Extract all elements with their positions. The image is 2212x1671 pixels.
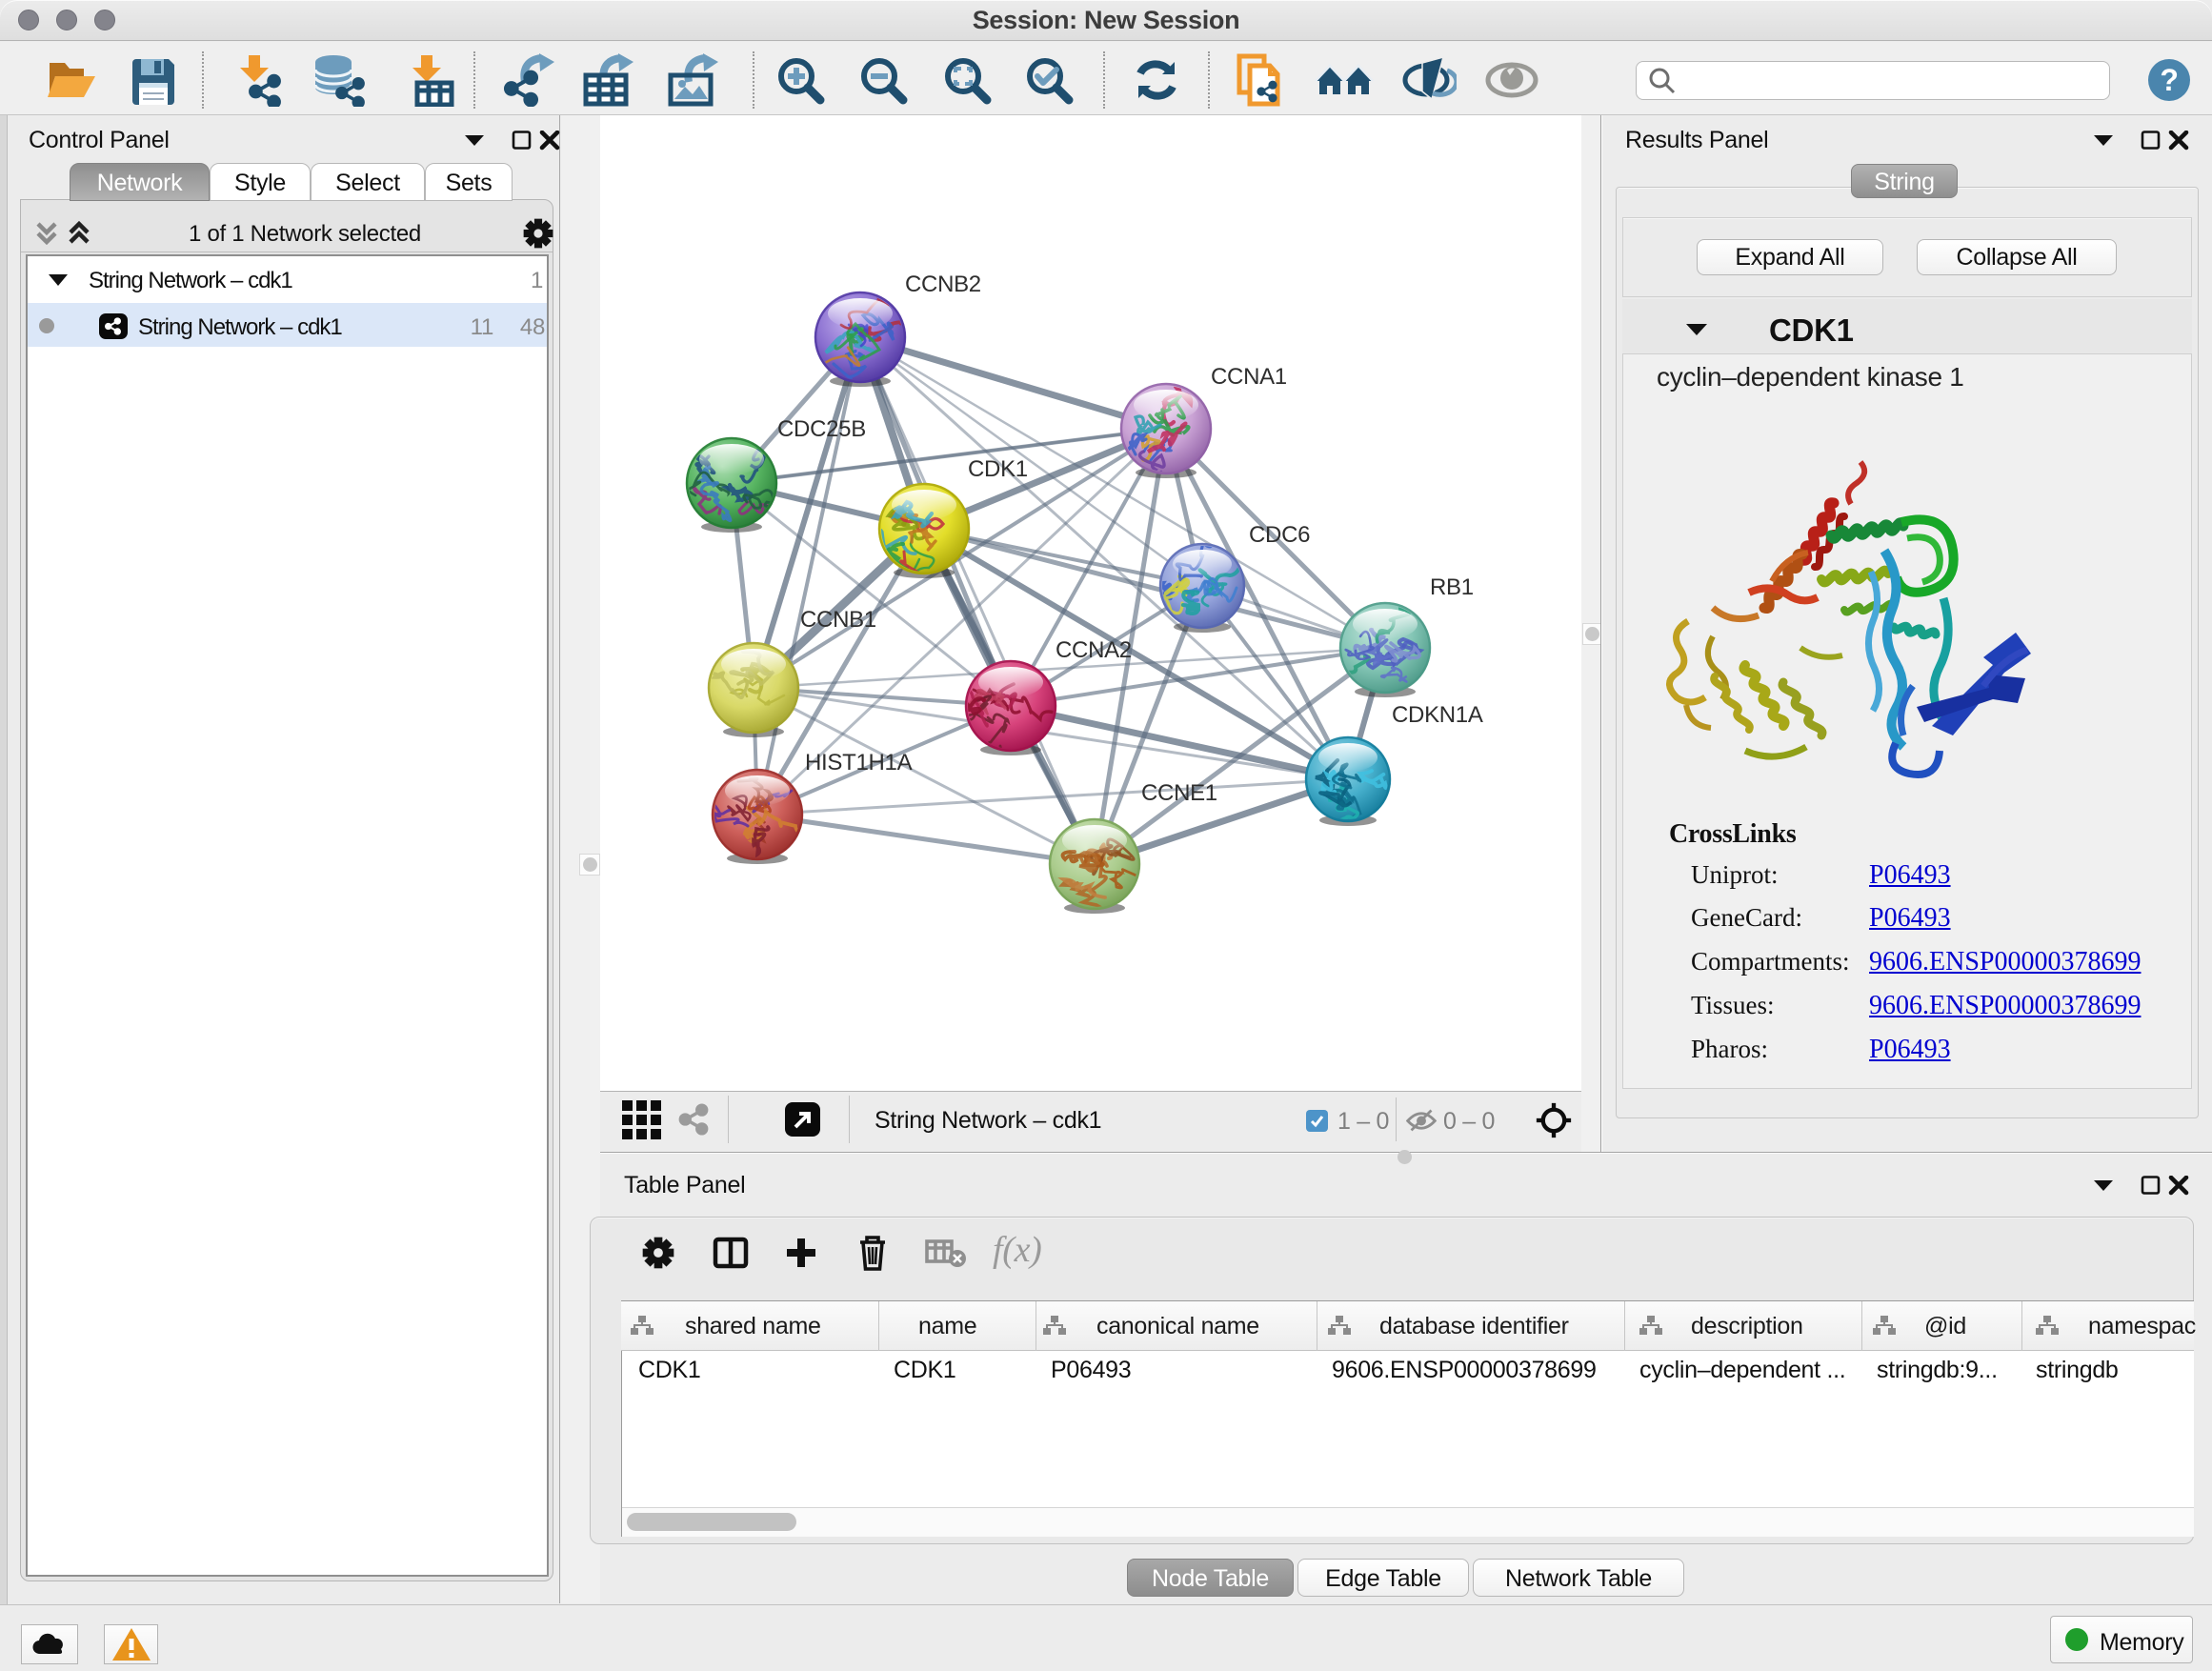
- svg-text:CDKN1A: CDKN1A: [1392, 702, 1483, 728]
- svg-text:CCNE1: CCNE1: [1141, 780, 1217, 806]
- svg-text:CDC25B: CDC25B: [777, 416, 866, 442]
- svg-text:CCNA2: CCNA2: [1056, 637, 1132, 663]
- svg-text:CDC6: CDC6: [1249, 522, 1310, 548]
- svg-text:CCNB2: CCNB2: [905, 272, 981, 297]
- svg-text:RB1: RB1: [1430, 574, 1474, 600]
- svg-text:CCNB1: CCNB1: [800, 607, 876, 633]
- svg-text:HIST1H1A: HIST1H1A: [805, 750, 913, 775]
- svg-text:?: ?: [2160, 63, 2178, 97]
- svg-text:CDK1: CDK1: [968, 456, 1028, 482]
- svg-text:CCNA1: CCNA1: [1211, 364, 1287, 390]
